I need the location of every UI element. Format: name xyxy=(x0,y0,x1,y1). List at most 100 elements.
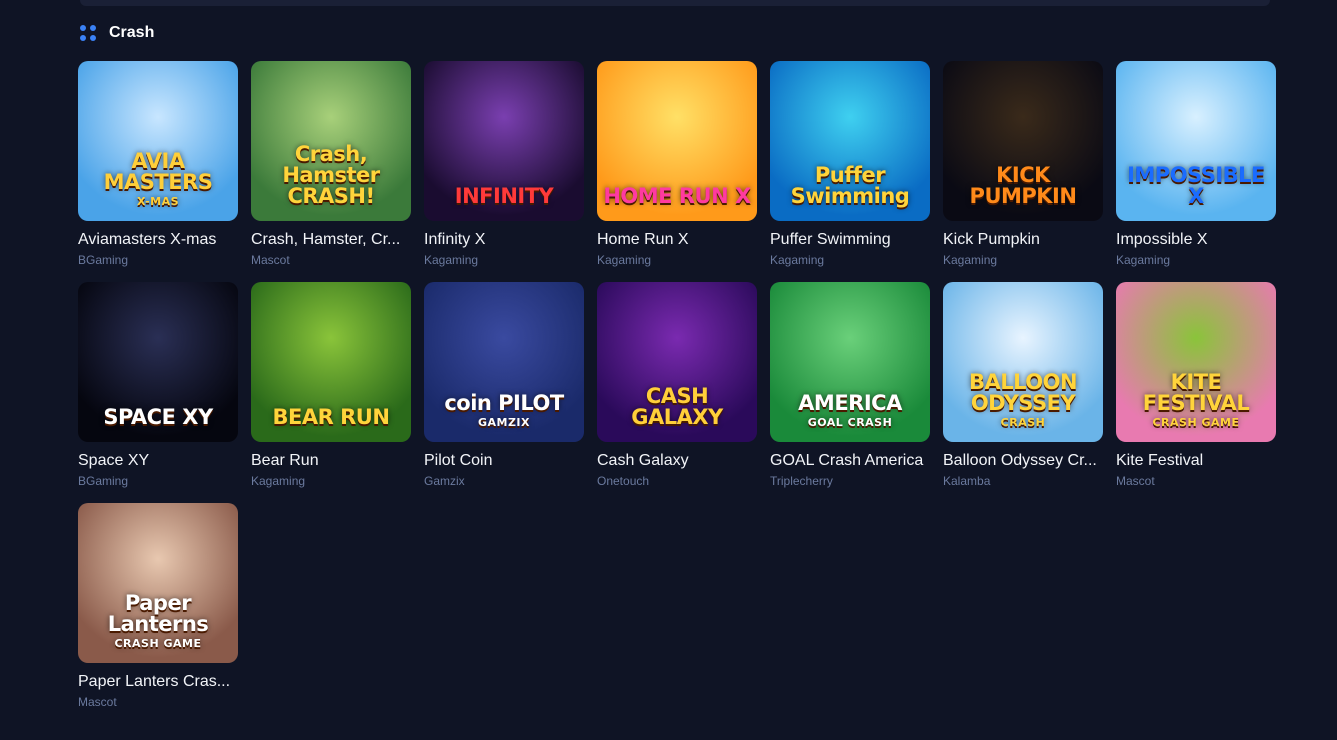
game-card[interactable]: BALLOON ODYSSEY CRASH Balloon Odyssey Cr..… xyxy=(943,282,1103,502)
game-card[interactable]: Crash, Hamster CRASH! Crash, Hamster, Cr.… xyxy=(251,61,411,281)
game-provider[interactable]: Kagaming xyxy=(251,474,411,488)
top-bar xyxy=(80,0,1270,6)
game-thumbnail[interactable]: AVIA MASTERS X-MAS xyxy=(78,61,238,221)
game-thumbnail[interactable]: IMPOSSIBLE X xyxy=(1116,61,1276,221)
game-provider[interactable]: Gamzix xyxy=(424,474,584,488)
game-provider[interactable]: Kagaming xyxy=(424,253,584,267)
game-logo-text: CASH GALAXY xyxy=(631,384,723,429)
game-title[interactable]: Home Run X xyxy=(597,231,757,249)
game-logo-subtitle: GAMZIX xyxy=(477,416,531,429)
game-title[interactable]: Pilot Coin xyxy=(424,452,584,470)
game-title[interactable]: Puffer Swimming xyxy=(770,231,930,249)
game-logo: Paper Lanterns CRASH GAME xyxy=(78,591,238,650)
game-title[interactable]: Kick Pumpkin xyxy=(943,231,1103,249)
game-title[interactable]: Space XY xyxy=(78,452,238,470)
game-card[interactable]: Paper Lanterns CRASH GAME Paper Lanters Cr… xyxy=(78,503,238,723)
section-header: Crash xyxy=(80,22,154,44)
game-title[interactable]: Balloon Odyssey Cr... xyxy=(943,452,1103,470)
game-title[interactable]: Infinity X xyxy=(424,231,584,249)
game-provider[interactable]: Kagaming xyxy=(943,253,1103,267)
game-card[interactable]: INFINITY Infinity X Kagaming xyxy=(424,61,584,281)
game-logo-text: Crash, Hamster CRASH! xyxy=(282,142,380,208)
game-logo-subtitle: GOAL CRASH xyxy=(807,416,893,429)
game-card[interactable]: IMPOSSIBLE X Impossible X Kagaming xyxy=(1116,61,1276,281)
game-title[interactable]: Aviamasters X-mas xyxy=(78,231,238,249)
game-logo-text: Puffer Swimming xyxy=(790,163,910,208)
game-thumbnail[interactable]: Crash, Hamster CRASH! xyxy=(251,61,411,221)
game-card[interactable]: BEAR RUN Bear Run Kagaming xyxy=(251,282,411,502)
game-title[interactable]: Paper Lanters Cras... xyxy=(78,673,238,691)
game-logo-text: SPACE XY xyxy=(103,405,213,429)
game-provider[interactable]: Mascot xyxy=(1116,474,1276,488)
game-title[interactable]: Impossible X xyxy=(1116,231,1276,249)
game-card[interactable]: Puffer Swimming Puffer Swimming Kagaming xyxy=(770,61,930,281)
game-logo-text: AMERICA xyxy=(798,391,902,415)
game-thumbnail[interactable]: BEAR RUN xyxy=(251,282,411,442)
game-thumbnail[interactable]: Paper Lanterns CRASH GAME xyxy=(78,503,238,663)
game-logo-text: BALLOON ODYSSEY xyxy=(968,370,1078,415)
game-thumbnail[interactable]: CASH GALAXY xyxy=(597,282,757,442)
game-logo-subtitle: CRASH GAME xyxy=(1152,416,1240,429)
game-thumbnail[interactable]: BALLOON ODYSSEY CRASH xyxy=(943,282,1103,442)
game-provider[interactable]: Onetouch xyxy=(597,474,757,488)
game-logo: KICK PUMPKIN xyxy=(943,165,1103,207)
game-logo: INFINITY xyxy=(449,186,559,207)
game-logo: SPACE XY xyxy=(97,407,218,428)
grid-dots-icon xyxy=(80,24,97,42)
game-logo-text: KICK PUMPKIN xyxy=(969,163,1077,208)
game-title[interactable]: Crash, Hamster, Cr... xyxy=(251,231,411,249)
game-logo: Puffer Swimming xyxy=(770,165,930,207)
game-logo-text: IMPOSSIBLE X xyxy=(1127,163,1265,208)
game-title[interactable]: GOAL Crash America xyxy=(770,452,930,470)
game-thumbnail[interactable]: SPACE XY xyxy=(78,282,238,442)
section-title: Crash xyxy=(109,24,155,41)
game-logo-subtitle: CRASH GAME xyxy=(114,637,202,650)
game-thumbnail[interactable]: AMERICA GOAL CRASH xyxy=(770,282,930,442)
game-logo-text: AVIA MASTERS xyxy=(103,149,213,194)
game-logo: KITE FESTIVAL CRASH GAME xyxy=(1116,370,1276,429)
game-thumbnail[interactable]: coin PILOT GAMZIX xyxy=(424,282,584,442)
game-logo: AMERICA GOAL CRASH xyxy=(792,391,908,429)
game-logo: HOME RUN X xyxy=(597,186,756,207)
game-card[interactable]: KITE FESTIVAL CRASH GAME Kite Festival Masc… xyxy=(1116,282,1276,502)
game-logo-text: coin PILOT xyxy=(444,391,564,415)
game-logo: AVIA MASTERS X-MAS xyxy=(78,149,238,208)
game-thumbnail[interactable]: HOME RUN X xyxy=(597,61,757,221)
game-thumbnail[interactable]: Puffer Swimming xyxy=(770,61,930,221)
game-card[interactable]: coin PILOT GAMZIX Pilot Coin Gamzix xyxy=(424,282,584,502)
game-card[interactable]: AVIA MASTERS X-MAS Aviamasters X-mas BGamin… xyxy=(78,61,238,281)
game-card[interactable]: AMERICA GOAL CRASH GOAL Crash America Tripl… xyxy=(770,282,930,502)
game-thumbnail[interactable]: KICK PUMPKIN xyxy=(943,61,1103,221)
game-grid: AVIA MASTERS X-MAS Aviamasters X-mas BGamin… xyxy=(78,61,1276,723)
game-provider[interactable]: BGaming xyxy=(78,474,238,488)
game-logo-text: KITE FESTIVAL xyxy=(1142,370,1250,415)
game-card[interactable]: SPACE XY Space XY BGaming xyxy=(78,282,238,502)
game-card[interactable]: HOME RUN X Home Run X Kagaming xyxy=(597,61,757,281)
game-logo-subtitle: X-MAS xyxy=(136,195,180,208)
game-logo: BEAR RUN xyxy=(267,407,396,428)
game-provider[interactable]: Kalamba xyxy=(943,474,1103,488)
game-provider[interactable]: Kagaming xyxy=(770,253,930,267)
game-provider[interactable]: Triplecherry xyxy=(770,474,930,488)
game-logo: IMPOSSIBLE X xyxy=(1116,165,1276,207)
game-title[interactable]: Kite Festival xyxy=(1116,452,1276,470)
game-title[interactable]: Bear Run xyxy=(251,452,411,470)
game-thumbnail[interactable]: KITE FESTIVAL CRASH GAME xyxy=(1116,282,1276,442)
game-logo-text: BEAR RUN xyxy=(272,405,390,429)
game-provider[interactable]: BGaming xyxy=(78,253,238,267)
game-provider[interactable]: Mascot xyxy=(78,695,238,709)
game-title[interactable]: Cash Galaxy xyxy=(597,452,757,470)
game-logo-text: Paper Lanterns xyxy=(107,591,209,636)
game-card[interactable]: KICK PUMPKIN Kick Pumpkin Kagaming xyxy=(943,61,1103,281)
game-card[interactable]: CASH GALAXY Cash Galaxy Onetouch xyxy=(597,282,757,502)
game-logo-text: INFINITY xyxy=(454,184,554,208)
game-thumbnail[interactable]: INFINITY xyxy=(424,61,584,221)
game-logo: Crash, Hamster CRASH! xyxy=(251,144,411,207)
game-logo: BALLOON ODYSSEY CRASH xyxy=(943,370,1103,429)
game-provider[interactable]: Mascot xyxy=(251,253,411,267)
game-provider[interactable]: Kagaming xyxy=(597,253,757,267)
game-logo: CASH GALAXY xyxy=(597,386,757,428)
game-provider[interactable]: Kagaming xyxy=(1116,253,1276,267)
game-logo-subtitle: CRASH xyxy=(1000,416,1046,429)
game-logo: coin PILOT GAMZIX xyxy=(438,391,569,429)
